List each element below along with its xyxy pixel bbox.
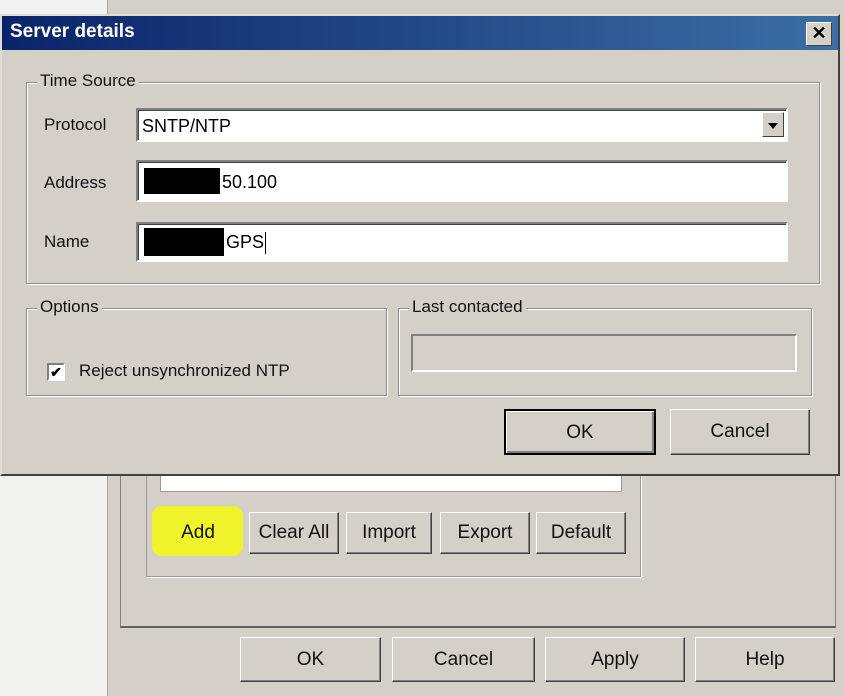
- name-value: GPS: [226, 232, 267, 255]
- add-button[interactable]: Add: [158, 512, 238, 552]
- cancel-button[interactable]: Cancel: [670, 409, 810, 455]
- time-source-legend: Time Source: [37, 71, 139, 91]
- address-value: 50.100: [222, 172, 278, 192]
- name-label: Name: [44, 232, 90, 251]
- options-group: Options: [26, 297, 387, 396]
- parent-ok-button[interactable]: OK: [240, 637, 381, 682]
- last-contacted-field: [411, 334, 797, 372]
- close-icon: ✕: [811, 23, 827, 43]
- redaction-block: [144, 168, 220, 194]
- close-button[interactable]: ✕: [806, 22, 832, 46]
- clear-all-button[interactable]: Clear All: [249, 512, 339, 554]
- address-field[interactable]: 50.100: [136, 160, 788, 202]
- dialog-title: Server details: [10, 21, 135, 42]
- text-caret: [265, 232, 267, 255]
- check-icon: ✔: [50, 364, 62, 380]
- export-button[interactable]: Export: [440, 512, 530, 554]
- options-legend: Options: [37, 297, 102, 317]
- redaction-block: [144, 228, 224, 256]
- ok-button[interactable]: OK: [504, 409, 656, 455]
- apply-button[interactable]: Apply: [545, 637, 685, 682]
- chevron-down-icon[interactable]: [762, 112, 784, 137]
- protocol-value: SNTP/NTP: [142, 116, 232, 136]
- name-field[interactable]: GPS: [136, 222, 788, 262]
- reject-unsynchronized-label[interactable]: Reject unsynchronized NTP: [79, 361, 290, 381]
- help-button[interactable]: Help: [695, 637, 835, 682]
- last-contacted-legend: Last contacted: [409, 297, 526, 317]
- reject-unsynchronized-checkbox[interactable]: ✔: [47, 363, 65, 381]
- title-bar[interactable]: Server details ✕: [2, 16, 838, 50]
- protocol-select[interactable]: SNTP/NTP: [136, 108, 788, 142]
- import-button[interactable]: Import: [346, 512, 432, 554]
- protocol-label: Protocol: [44, 115, 107, 134]
- address-label: Address: [44, 173, 107, 192]
- default-button[interactable]: Default: [536, 512, 626, 554]
- parent-cancel-button[interactable]: Cancel: [392, 637, 535, 682]
